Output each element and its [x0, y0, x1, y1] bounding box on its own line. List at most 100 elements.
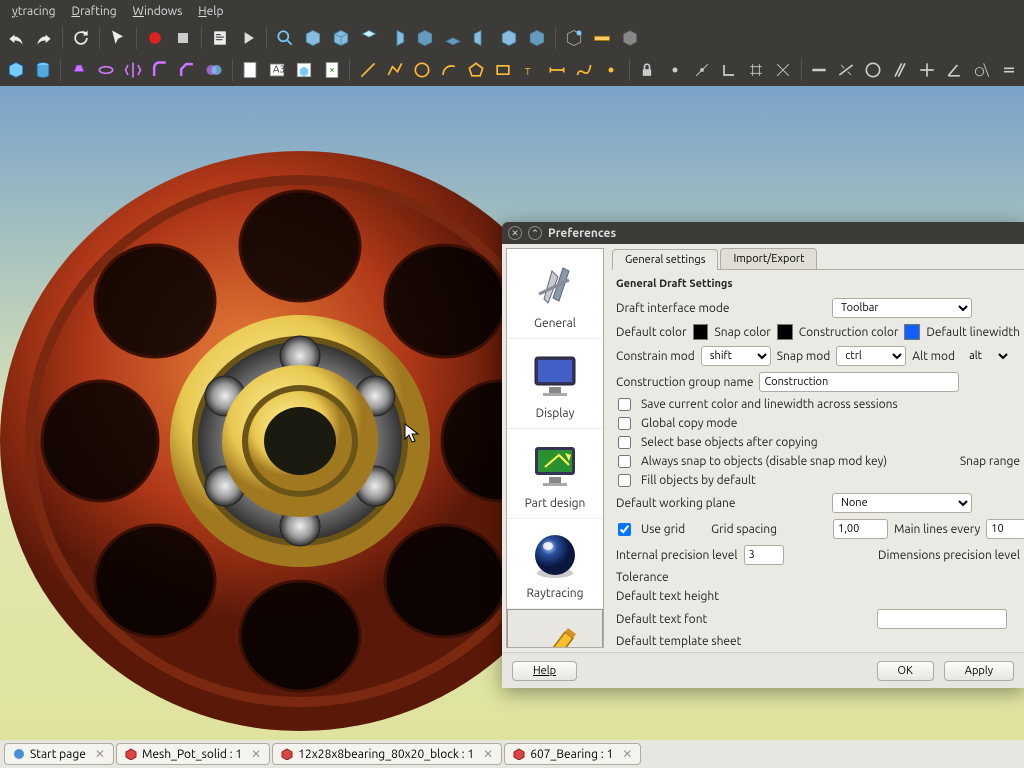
cube-front-icon[interactable] [329, 26, 353, 50]
doctab-start[interactable]: Start page✕ [4, 743, 114, 765]
draft-arc-icon[interactable] [437, 58, 460, 82]
cat-partdesign[interactable]: Part design [507, 429, 603, 519]
cube-top-icon[interactable] [357, 26, 381, 50]
cube-bottom-icon[interactable] [441, 26, 465, 50]
cube-left-icon[interactable] [469, 26, 493, 50]
cb-use-grid[interactable] [618, 523, 631, 536]
lock-icon[interactable] [636, 58, 659, 82]
shape-cube-icon[interactable] [4, 58, 27, 82]
close-tab-icon[interactable]: ✕ [483, 747, 493, 761]
help-button[interactable]: Help [512, 661, 577, 681]
measure-icon[interactable] [590, 26, 614, 50]
cb-save-color[interactable] [618, 398, 631, 411]
cube-axo2-icon[interactable] [525, 26, 549, 50]
draft-dim-icon[interactable] [546, 58, 569, 82]
input-txt-font[interactable] [877, 609, 1007, 629]
input-main-lines[interactable] [986, 519, 1024, 539]
swatch-snap-color[interactable] [777, 324, 793, 340]
stop-icon[interactable] [171, 26, 195, 50]
draft-rect-icon[interactable] [492, 58, 515, 82]
cb-global-copy[interactable] [618, 417, 631, 430]
menu-raytracing[interactable]: ytracing [4, 3, 63, 20]
redo-icon[interactable] [32, 26, 56, 50]
menu-drafting[interactable]: Drafting [63, 3, 124, 20]
menu-windows[interactable]: Windows [125, 3, 191, 20]
constrain-perp2-icon[interactable] [916, 58, 939, 82]
zoom-fit-icon[interactable] [273, 26, 297, 50]
snap-mid-icon[interactable] [690, 58, 713, 82]
part-icon[interactable] [562, 26, 586, 50]
constrain-ang-icon[interactable] [943, 58, 966, 82]
close-tab-icon[interactable]: ✕ [622, 747, 632, 761]
menu-help[interactable]: Help [190, 3, 231, 20]
page-icon[interactable] [239, 58, 262, 82]
doctab-mesh[interactable]: Mesh_Pot_solid : 1✕ [116, 743, 270, 765]
select-alt-mod[interactable]: alt [961, 346, 1011, 366]
extrude-icon[interactable] [67, 58, 90, 82]
cube-rear-icon[interactable] [413, 26, 437, 50]
export-page-icon[interactable] [320, 58, 343, 82]
viewport-3d[interactable]: ✕ ⌃ Preferences General Display Part des… [0, 86, 1024, 740]
snap-grid-icon[interactable] [744, 58, 767, 82]
cb-select-base[interactable] [618, 436, 631, 449]
input-int-prec[interactable] [744, 545, 784, 565]
cb-always-snap[interactable] [618, 455, 631, 468]
close-tab-icon[interactable]: ✕ [95, 747, 105, 761]
cube-iso-icon[interactable] [301, 26, 325, 50]
swatch-constr-color[interactable] [904, 324, 920, 340]
play-icon[interactable] [236, 26, 260, 50]
close-icon[interactable]: ✕ [508, 226, 522, 240]
snap-perp-icon[interactable] [717, 58, 740, 82]
apply-button[interactable]: Apply [944, 661, 1014, 681]
shape-cyl-icon[interactable] [31, 58, 54, 82]
view-in-page-icon[interactable] [293, 58, 316, 82]
doctab-607-bearing[interactable]: 607_Bearing : 1✕ [504, 743, 641, 765]
refresh-icon[interactable] [69, 26, 93, 50]
doctab-bearing-block[interactable]: 12x28x8bearing_80x20_block : 1✕ [272, 743, 502, 765]
fillet-icon[interactable] [148, 58, 171, 82]
cursor-icon[interactable] [106, 26, 130, 50]
cb-fill-objects[interactable] [618, 474, 631, 487]
tab-import-export[interactable]: Import/Export [720, 248, 817, 269]
select-snap-mod[interactable]: ctrl [836, 346, 906, 366]
draft-wire-icon[interactable] [383, 58, 406, 82]
cat-general[interactable]: General [507, 249, 603, 339]
cat-draft[interactable]: Draft [507, 609, 603, 648]
select-constrain-mod[interactable]: shift [701, 346, 771, 366]
snap-end-icon[interactable] [663, 58, 686, 82]
cat-raytracing[interactable]: Raytracing [507, 519, 603, 609]
input-grid-spacing[interactable] [833, 519, 888, 539]
ok-button[interactable]: OK [877, 661, 934, 681]
chamfer-icon[interactable] [176, 58, 199, 82]
category-list[interactable]: General Display Part design Raytracing D… [506, 248, 604, 648]
select-work-plane[interactable]: None [832, 493, 972, 513]
draft-text-icon[interactable]: T [519, 58, 542, 82]
boolean-icon[interactable] [203, 58, 226, 82]
revolve-icon[interactable] [94, 58, 117, 82]
undo-icon[interactable] [4, 26, 28, 50]
script-icon[interactable] [208, 26, 232, 50]
constrain-tan-icon[interactable] [970, 58, 993, 82]
mirror-icon[interactable] [121, 58, 144, 82]
draft-point-icon[interactable] [600, 58, 623, 82]
constrain-eq-icon[interactable] [997, 58, 1020, 82]
draft-circle-icon[interactable] [410, 58, 433, 82]
draft-line-icon[interactable] [356, 58, 379, 82]
constrain-dim-icon[interactable] [835, 58, 858, 82]
constrain-circ-icon[interactable] [862, 58, 885, 82]
input-constr-group[interactable] [759, 372, 959, 392]
draft-bspline-icon[interactable] [573, 58, 596, 82]
snap-int-icon[interactable] [771, 58, 794, 82]
collapse-icon[interactable]: ⌃ [528, 226, 542, 240]
cube-right-icon[interactable] [385, 26, 409, 50]
cube-axo1-icon[interactable] [497, 26, 521, 50]
record-icon[interactable] [143, 26, 167, 50]
cat-display[interactable]: Display [507, 339, 603, 429]
appearance-icon[interactable] [618, 26, 642, 50]
draft-polygon-icon[interactable] [464, 58, 487, 82]
close-tab-icon[interactable]: ✕ [251, 747, 261, 761]
tab-general-settings[interactable]: General settings [612, 249, 718, 270]
dialog-titlebar[interactable]: ✕ ⌃ Preferences [502, 222, 1024, 244]
constrain-par-icon[interactable] [889, 58, 912, 82]
select-iface-mode[interactable]: Toolbar [832, 298, 972, 318]
